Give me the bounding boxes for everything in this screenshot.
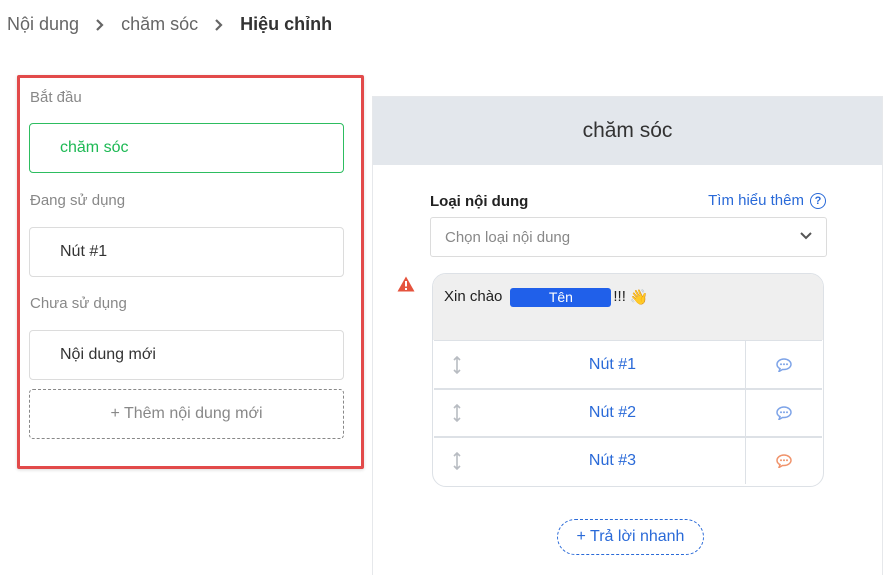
drag-handle-icon[interactable] xyxy=(434,341,480,388)
in-use-section-label: Đang sử dụng xyxy=(30,192,126,209)
content-type-placeholder: Chọn loại nội dung xyxy=(445,228,571,246)
in-use-content-item[interactable]: Nút #1 xyxy=(29,227,344,277)
learn-more-label: Tìm hiểu thêm xyxy=(708,192,804,209)
message-button-label[interactable]: Nút #3 xyxy=(480,438,745,484)
breadcrumb: Nội dung chăm sóc Hiệu chỉnh xyxy=(7,14,332,35)
message-text[interactable]: Xin chào Tên !!! 👋 xyxy=(433,274,823,340)
breadcrumb-current: Hiệu chỉnh xyxy=(240,14,333,34)
start-section-label: Bắt đầu xyxy=(30,89,82,106)
message-button-label[interactable]: Nút #2 xyxy=(480,390,745,436)
chevron-down-icon xyxy=(800,232,812,240)
name-variable-tag[interactable]: Tên xyxy=(510,288,612,307)
editor-title: chăm sóc xyxy=(582,119,673,142)
chat-bubble-icon[interactable] xyxy=(745,438,822,484)
message-preview-card: Xin chào Tên !!! 👋 Nút #1 Nút #2 Nút #3 xyxy=(432,273,824,487)
waving-hand-icon: 👋 xyxy=(629,289,649,306)
content-type-label: Loại nội dung xyxy=(430,193,529,210)
start-content-item[interactable]: chăm sóc xyxy=(29,123,344,173)
greeting-suffix: !!! xyxy=(613,288,626,305)
chevron-right-icon xyxy=(95,18,105,31)
drag-handle-icon[interactable] xyxy=(434,438,480,484)
quick-reply-label: + Trả lời nhanh xyxy=(576,528,685,545)
start-content-item-label: chăm sóc xyxy=(60,139,129,156)
breadcrumb-content[interactable]: Nội dung xyxy=(7,14,79,35)
chevron-right-icon xyxy=(214,18,224,31)
in-use-content-item-label: Nút #1 xyxy=(60,243,108,260)
content-list-panel: Bắt đầu chăm sóc Đang sử dụng Nút #1 Chư… xyxy=(17,75,364,469)
chat-bubble-icon[interactable] xyxy=(745,341,822,388)
help-circle-icon: ? xyxy=(810,192,826,209)
unused-section-label: Chưa sử dụng xyxy=(30,295,127,312)
unused-content-item[interactable]: Nội dung mới xyxy=(29,330,344,380)
message-button-label[interactable]: Nút #1 xyxy=(480,341,745,388)
message-button-row[interactable]: Nút #3 xyxy=(434,436,822,484)
warning-icon[interactable] xyxy=(397,276,415,292)
chat-bubble-icon[interactable] xyxy=(745,390,822,436)
greeting-text: Xin chào xyxy=(444,288,503,305)
message-button-row[interactable]: Nút #1 xyxy=(434,340,822,388)
learn-more-link[interactable]: Tìm hiểu thêm ? xyxy=(708,192,826,209)
drag-handle-icon[interactable] xyxy=(434,390,480,436)
unused-content-item-label: Nội dung mới xyxy=(60,346,156,363)
add-content-button[interactable]: + Thêm nội dung mới xyxy=(29,389,344,439)
editor-header: chăm sóc xyxy=(373,97,882,165)
quick-reply-button[interactable]: + Trả lời nhanh xyxy=(557,519,704,555)
breadcrumb-cham-soc[interactable]: chăm sóc xyxy=(121,14,198,35)
add-content-button-label: + Thêm nội dung mới xyxy=(110,405,263,422)
content-editor-panel: chăm sóc Loại nội dung Tìm hiểu thêm ? C… xyxy=(372,96,883,575)
message-button-row[interactable]: Nút #2 xyxy=(434,388,822,436)
content-type-select[interactable]: Chọn loại nội dung xyxy=(430,217,827,257)
